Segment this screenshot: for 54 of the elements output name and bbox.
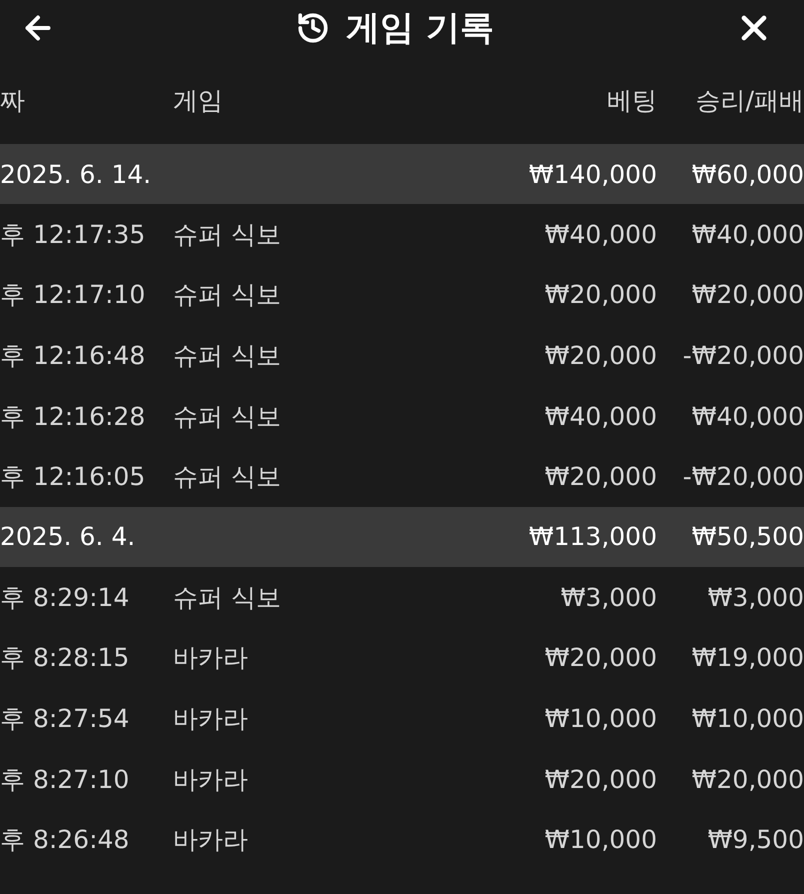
time-cell-text: 후 8:28:15 bbox=[0, 642, 130, 674]
time-cell-text: 후 12:16:05 bbox=[0, 461, 146, 494]
result-cell-text: ₩9,500 bbox=[706, 825, 804, 854]
bet-cell-text: ₩20,000 bbox=[544, 764, 657, 794]
game-cell-text: 슈퍼 식보 bbox=[173, 400, 282, 433]
bet-cell-text: ₩40,000 bbox=[544, 402, 657, 431]
result-cell-text: ₩3,000 bbox=[706, 582, 804, 612]
game-cell-text: 슈퍼 식보 bbox=[173, 279, 282, 312]
result-cell-text: ₩20,000 bbox=[690, 280, 804, 310]
game-cell-text: 슈퍼 식보 bbox=[173, 582, 282, 614]
time-cell-text: 후 12:16:48 bbox=[0, 340, 146, 372]
time-cell-text: 후 8:26:48 bbox=[0, 824, 130, 856]
bet-cell-text: ₩40,000 bbox=[544, 220, 657, 249]
result-cell-text: ₩40,000 bbox=[690, 402, 804, 431]
time-cell-text: 후 12:16:28 bbox=[0, 400, 146, 433]
column-header: 베팅 bbox=[606, 84, 657, 116]
game-cell-text: 슈퍼 식보 bbox=[173, 218, 282, 251]
time-cell-text: 후 8:29:14 bbox=[0, 582, 130, 614]
result-cell-text: ₩20,000 bbox=[690, 764, 804, 794]
group-date: 2025. 6. 14. bbox=[0, 160, 152, 188]
result-cell-text: -₩20,000 bbox=[682, 462, 804, 492]
group-result-total: ₩50,500 bbox=[690, 522, 804, 552]
bet-cell-text: ₩20,000 bbox=[544, 643, 657, 672]
game-cell-text: 바카라 bbox=[173, 642, 249, 674]
column-header: 짜 bbox=[0, 84, 26, 116]
group-result-total: ₩60,000 bbox=[690, 160, 804, 188]
bet-cell-text: ₩20,000 bbox=[544, 340, 657, 370]
time-cell-text: 후 12:17:10 bbox=[0, 279, 146, 312]
date-group-row[interactable]: 2025. 6. 4. ₩113,000 ₩50,500 bbox=[0, 506, 804, 567]
game-cell-text: 바카라 bbox=[173, 824, 249, 856]
date-group-row[interactable]: 2025. 6. 14. ₩140,000 ₩60,000 bbox=[0, 144, 804, 204]
group-bet-total: ₩113,000 bbox=[528, 522, 657, 552]
bet-cell-text: ₩10,000 bbox=[544, 825, 657, 854]
time-cell-text: 후 8:27:10 bbox=[0, 764, 130, 796]
result-cell-text: ₩40,000 bbox=[690, 220, 804, 249]
game-cell-text: 바카라 bbox=[173, 702, 249, 735]
bet-cell-text: ₩3,000 bbox=[560, 582, 657, 612]
game-cell-text: 슈퍼 식보 bbox=[173, 340, 282, 372]
result-cell-text: ₩19,000 bbox=[690, 643, 804, 672]
time-cell-text: 후 8:27:54 bbox=[0, 702, 130, 735]
column-header: 승리/패배 bbox=[694, 84, 804, 116]
bet-cell-text: ₩20,000 bbox=[544, 462, 657, 492]
page-title: 게임 기록 bbox=[346, 7, 494, 50]
group-bet-total: ₩140,000 bbox=[528, 160, 657, 188]
group-date: 2025. 6. 4. bbox=[0, 522, 136, 552]
game-cell-text: 슈퍼 식보 bbox=[173, 461, 282, 494]
column-header: 게임 bbox=[173, 84, 224, 116]
result-cell-text: -₩20,000 bbox=[682, 340, 804, 370]
bet-cell-text: ₩20,000 bbox=[544, 280, 657, 310]
history-icon bbox=[296, 11, 330, 45]
time-cell-text: 후 12:17:35 bbox=[0, 218, 146, 251]
result-cell-text: ₩10,000 bbox=[690, 704, 804, 733]
game-cell-text: 바카라 bbox=[173, 764, 249, 796]
bet-cell-text: ₩10,000 bbox=[544, 704, 657, 733]
